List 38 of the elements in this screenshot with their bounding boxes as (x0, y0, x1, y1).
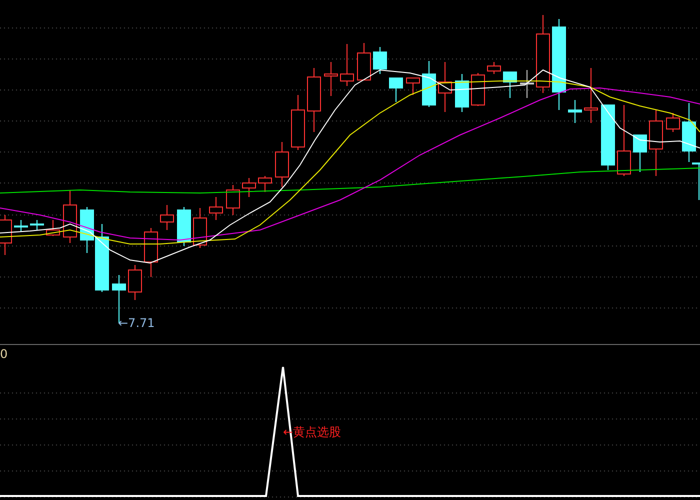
candlestick (30, 220, 44, 230)
candlestick (177, 206, 191, 246)
candlestick (63, 190, 77, 244)
candlestick (291, 94, 305, 150)
low-price-label: ←7.71 (118, 316, 155, 330)
candlestick (258, 176, 272, 192)
candlestick (373, 46, 387, 74)
candlestick (209, 196, 223, 220)
candlestick (503, 72, 517, 98)
candlestick (406, 78, 420, 96)
candlestick (226, 184, 240, 216)
candlestick (160, 204, 174, 230)
candlestick (128, 264, 142, 300)
candlestick (455, 74, 469, 112)
candlestick (14, 220, 28, 232)
candlestick (649, 110, 663, 176)
candlestick (568, 100, 582, 124)
candlestick (601, 104, 615, 170)
candlestick (144, 228, 158, 278)
candlestick (487, 62, 501, 74)
candlestick (520, 70, 534, 98)
candlestick (438, 62, 452, 112)
candlestick (617, 104, 631, 176)
candlestick (307, 68, 321, 132)
candlestick (666, 112, 680, 132)
candlestick (275, 142, 289, 188)
candlestick (471, 72, 485, 106)
candlestick (242, 178, 256, 198)
candlestick (324, 62, 338, 96)
candlestick (357, 42, 371, 80)
candlestick (584, 68, 598, 124)
candlestick (422, 60, 436, 108)
candlestick (46, 220, 60, 236)
candlestick (633, 134, 647, 172)
candlestick (340, 44, 354, 86)
candlestick (193, 208, 207, 248)
candlestick (389, 78, 403, 102)
axis-label: 0 (0, 347, 8, 361)
